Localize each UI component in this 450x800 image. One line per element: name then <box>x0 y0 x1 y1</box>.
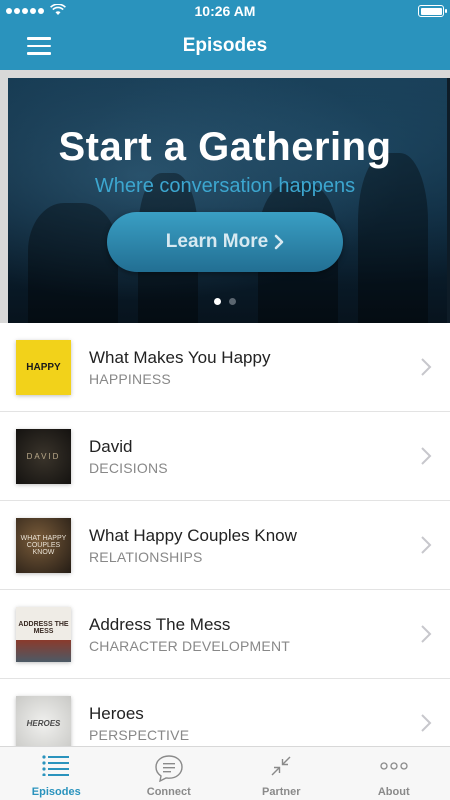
list-item[interactable]: HAPPY What Makes You Happy HAPPINESS <box>0 323 450 412</box>
episode-category: HAPPINESS <box>89 371 171 387</box>
tab-about[interactable]: About <box>338 747 450 800</box>
chevron-right-icon <box>421 447 432 465</box>
list-item[interactable]: DAVID David DECISIONS <box>0 412 450 501</box>
banner-title: Start a Gathering <box>58 125 392 169</box>
page-dot[interactable] <box>214 298 221 305</box>
battery-icon <box>418 5 447 17</box>
thumbnail-text: HEROES <box>26 718 61 728</box>
arrows-in-icon <box>271 756 291 776</box>
status-time: 10:26 AM <box>194 3 256 19</box>
tab-label: Partner <box>261 786 301 798</box>
page-dot[interactable] <box>229 298 236 305</box>
list-item[interactable]: ADDRESS THE MESS Address The Mess CHARAC… <box>0 590 450 679</box>
thumbnail-text: WHAT HAPPY COUPLES KNOW <box>20 535 67 556</box>
episode-category: PERSPECTIVE <box>89 727 190 743</box>
episode-category: DECISIONS <box>89 460 168 476</box>
episode-title: What Makes You Happy <box>89 348 271 367</box>
chat-bubble-icon <box>155 755 183 782</box>
tab-partner[interactable]: Partner <box>225 747 338 800</box>
episode-thumbnail: DAVID <box>16 429 71 484</box>
list-item[interactable]: WHAT HAPPY COUPLES KNOW What Happy Coupl… <box>0 501 450 590</box>
episode-title: David <box>89 437 133 456</box>
navigation-bar: Episodes <box>0 22 450 70</box>
tab-label: About <box>377 786 410 798</box>
episode-category: RELATIONSHIPS <box>89 549 203 565</box>
thumbnail-text: HAPPY <box>26 361 61 373</box>
episode-thumbnail: HAPPY <box>16 340 71 395</box>
page-title: Episodes <box>182 35 268 56</box>
chevron-right-icon <box>274 234 284 250</box>
episode-thumbnail: ADDRESS THE MESS <box>16 607 71 662</box>
page-indicator[interactable] <box>0 298 450 305</box>
episode-category: CHARACTER DEVELOPMENT <box>89 638 291 654</box>
tab-bar: Episodes Connect Partner About <box>0 746 450 800</box>
learn-more-button[interactable]: Learn More <box>107 212 343 272</box>
status-bar: 10:26 AM <box>0 0 450 22</box>
episode-title: What Happy Couples Know <box>89 526 297 545</box>
more-dots-icon <box>380 762 408 770</box>
tab-episodes[interactable]: Episodes <box>0 747 113 800</box>
tab-label: Connect <box>146 786 191 798</box>
episode-thumbnail: HEROES <box>16 696 71 751</box>
chevron-right-icon <box>421 625 432 643</box>
tab-connect[interactable]: Connect <box>113 747 226 800</box>
thumbnail-text: DAVID <box>26 451 61 461</box>
top-bar: 10:26 AM Episodes <box>0 0 450 70</box>
learn-more-label: Learn More <box>165 231 269 252</box>
promo-banner[interactable]: Start a Gathering Where conversation hap… <box>0 70 450 323</box>
chevron-right-icon <box>421 358 432 376</box>
banner-background-image <box>8 78 447 323</box>
banner-subtitle: Where conversation happens <box>94 175 356 197</box>
chevron-right-icon <box>421 536 432 554</box>
banner-edge-top <box>0 70 450 78</box>
tab-label: Episodes <box>31 786 81 798</box>
thumbnail-text: ADDRESS THE MESS <box>18 620 69 635</box>
list-icon <box>42 755 70 776</box>
episode-thumbnail: WHAT HAPPY COUPLES KNOW <box>16 518 71 573</box>
episode-title: Address The Mess <box>89 615 231 634</box>
episode-list: HAPPY What Makes You Happy HAPPINESS DAV… <box>0 323 450 768</box>
episode-title: Heroes <box>89 704 144 723</box>
chevron-right-icon <box>421 714 432 732</box>
